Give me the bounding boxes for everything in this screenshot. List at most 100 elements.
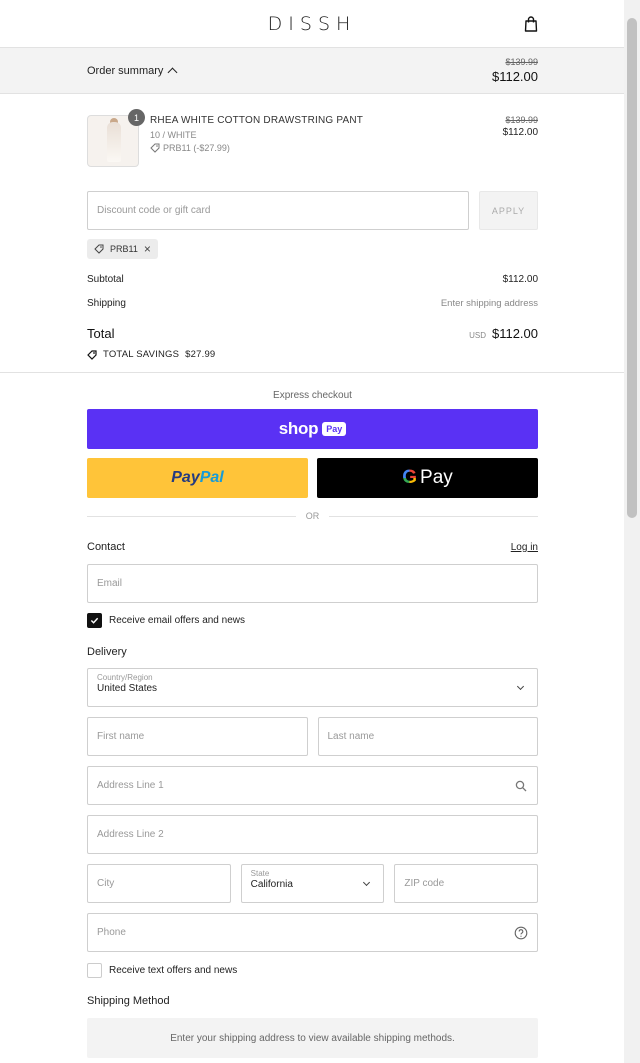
product-name: RHEA WHITE COTTON DRAWSTRING PANT [150,115,364,126]
product-price: $112.00 [502,127,538,138]
product-variant: 10 / WHITE [150,130,197,140]
scrollbar[interactable] [624,0,640,1063]
email-field[interactable]: Email [87,564,538,603]
checkout-content: 1 RHEA WHITE COTTON DRAWSTRING PANT 10 /… [0,109,624,360]
order-summary-bar[interactable]: Order summary $139.99 $112.00 [0,48,624,94]
paypal-logo-part1: Pay [171,469,200,486]
country-select[interactable]: Country/Region United States [87,668,538,707]
savings-tag-icon [87,349,97,360]
or-line-left [87,515,296,517]
text-offers-checkbox[interactable] [87,963,102,978]
contact-title: Contact [87,541,125,553]
help-icon[interactable] [514,926,528,940]
shipping-method-title: Shipping Method [87,995,170,1007]
checkmark-icon [90,617,99,624]
or-line-right [329,515,538,517]
country-label: Country/Region [97,673,153,682]
remove-discount-icon[interactable]: × [144,243,151,255]
express-checkout-title: Express checkout [273,390,352,401]
contact-header: Contact Log in [87,541,538,553]
model-figure [107,122,121,162]
state-select[interactable]: State California [240,864,385,903]
state-value: California [250,879,293,890]
checkout-form: Express checkout shop Pay Pay Pal G Pay O… [0,390,624,1058]
savings-label: TOTAL SAVINGS [103,349,180,360]
product-discount: PRB11 (-$27.99) [150,143,503,153]
shipping-row: Shipping Enter shipping address [87,298,538,309]
city-field[interactable]: City [87,864,231,903]
product-discount-text: PRB11 (-$27.99) [163,143,230,153]
product-line-item: 1 RHEA WHITE COTTON DRAWSTRING PANT 10 /… [87,109,538,167]
total-savings: TOTAL SAVINGS $27.99 [87,349,538,360]
scrollbar-thumb[interactable] [627,18,637,518]
tag-icon [94,244,104,254]
apply-button[interactable]: APPLY [479,191,538,230]
text-offers-row: Receive text offers and news [87,963,538,978]
address-line1-field[interactable]: Address Line 1 [87,766,538,805]
total-value: $112.00 [491,326,538,341]
applied-code: PRB11 [110,244,138,254]
phone-placeholder: Phone [97,927,126,938]
subtotal-row: Subtotal $112.00 [87,274,538,285]
search-icon [515,780,527,792]
shipping-method-message: Enter your shipping address to view avai… [87,1018,538,1058]
delivery-title: Delivery [87,646,127,658]
email-offers-checkbox[interactable] [87,613,102,628]
subtotal-label: Subtotal [87,274,124,285]
state-label: State [250,869,270,878]
shipping-label: Shipping [87,298,126,309]
header: DISSH [0,0,624,48]
order-summary-label: Order summary [87,64,164,77]
google-g-icon: G [402,467,418,488]
address-line2-field[interactable]: Address Line 2 [87,815,538,854]
phone-field[interactable]: Phone [87,913,538,952]
google-pay-button[interactable]: G Pay [317,458,538,498]
original-total: $139.99 [505,57,538,67]
subtotal-value: $112.00 [502,274,538,285]
shop-pay-badge: Pay [322,422,347,436]
name-row: First name Last name [87,717,538,756]
text-offers-label: Receive text offers and news [109,965,238,976]
last-name-field[interactable]: Last name [317,717,538,756]
section-divider [0,372,624,373]
paypal-logo-part2: Pal [199,469,224,486]
product-original-price: $139.99 [505,115,538,125]
order-summary-toggle[interactable]: Order summary [87,64,178,77]
or-divider: OR [87,511,538,521]
total-label: Total [87,326,115,341]
shipping-value: Enter shipping address [440,298,538,309]
applied-discount-chip: PRB11 × [87,239,158,259]
store-logo[interactable]: DISSH [268,13,357,35]
delivery-header: Delivery [87,646,538,658]
chevron-up-icon [167,67,178,77]
product-prices: $139.99 $112.00 [503,115,538,167]
login-link[interactable]: Log in [511,542,538,553]
or-text: OR [305,511,320,521]
summary-prices: $139.99 $112.00 [492,57,538,84]
summary-total: $112.00 [491,69,538,84]
quantity-badge: 1 [128,109,145,126]
product-thumbnail: 1 [87,109,145,167]
address-line1-placeholder: Address Line 1 [97,780,164,791]
first-name-field[interactable]: First name [87,717,308,756]
total-row: Total USD $112.00 [87,326,538,341]
currency-label: USD [469,331,486,340]
checkout-page: DISSH Order summary $139.99 $112.00 1 RH… [0,0,624,1063]
bag-icon[interactable] [524,16,538,32]
shop-pay-logo: shop [278,419,319,438]
shipping-method-header: Shipping Method [87,995,538,1007]
google-pay-label: Pay [420,467,453,488]
city-state-zip-row: City State California ZIP code [87,864,539,903]
wallet-buttons-row: Pay Pal G Pay [87,458,538,498]
email-offers-row: Receive email offers and news [87,613,538,628]
tag-icon [150,143,160,153]
shop-pay-button[interactable]: shop Pay [87,409,538,449]
product-info: RHEA WHITE COTTON DRAWSTRING PANT 10 / W… [150,115,503,167]
country-value: United States [97,683,158,694]
zip-field[interactable]: ZIP code [394,864,539,903]
discount-input[interactable] [87,191,469,230]
paypal-button[interactable]: Pay Pal [87,458,308,498]
email-offers-label: Receive email offers and news [109,615,245,626]
discount-row: APPLY [87,191,538,230]
savings-value: $27.99 [185,349,216,360]
